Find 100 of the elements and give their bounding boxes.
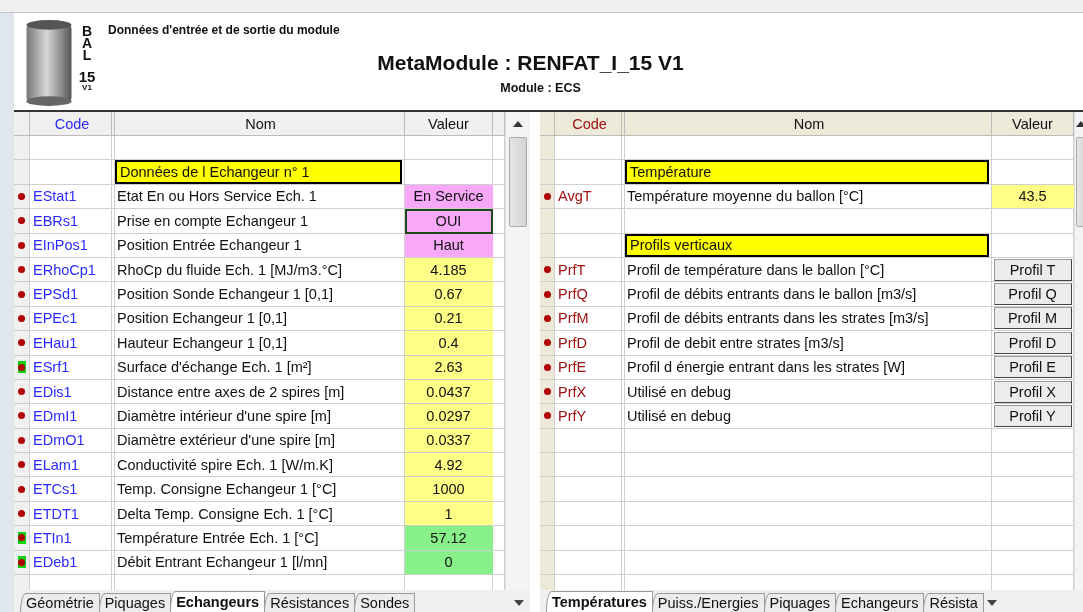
name-cell: Position Entrée Echangeur 1 [115,233,405,258]
badge-version: V1 [82,83,92,92]
code-cell: EDeb1 [30,550,112,576]
profile-button[interactable]: Profil Y [993,405,1072,427]
sheet-tab[interactable]: Résistances [264,593,356,612]
name-cell: Hauteur Echangeur 1 [0,1] [115,331,405,356]
sheet-tab[interactable]: Piquages [98,593,172,612]
value-cell[interactable]: En Service [405,184,493,210]
sheet-tab[interactable]: Résista [923,593,984,612]
badge-letter: B [81,25,93,37]
badge-number: 15 [78,71,96,83]
value-cell[interactable]: 0.0337 [405,428,493,454]
scroll-up-icon[interactable] [1076,121,1083,127]
scroll-thumb[interactable] [1076,137,1083,227]
column-header[interactable]: Nom [115,112,405,136]
value-cell[interactable]: 0.21 [405,306,493,332]
profile-button[interactable]: Profil D [993,331,1072,354]
section-heading: Profils verticaux [625,233,989,257]
value-cell[interactable]: 1 [405,501,493,527]
profile-button[interactable]: Profil T [993,258,1072,281]
code-cell: PrfQ [555,282,622,307]
value-cell[interactable]: 57.12 [405,526,493,551]
name-cell: Prise en compte Echangeur 1 [115,209,405,234]
header-caption: Données d'entrée et de sortie du module [108,23,340,37]
name-cell: Profil de debit entre strates [m3/s] [625,331,992,356]
row-header-cell [540,477,555,502]
name-cell: Utilisé en debug [625,379,992,405]
column-header[interactable]: Nom [625,112,992,136]
name-cell: Etat En ou Hors Service Ech. 1 [115,184,405,210]
name-cell: Utilisé en debug [625,404,992,429]
value-cell[interactable]: 4.92 [405,453,493,478]
value-cell[interactable]: 0.4 [405,331,493,356]
value-cell[interactable]: Haut [405,233,493,258]
code-cell: ERhoCp1 [30,257,112,283]
name-cell: Température moyenne du ballon [°C] [625,184,992,210]
code-cell: PrfY [555,404,622,429]
code-cell: AvgT [555,184,622,210]
sheet-tab[interactable]: Echangeurs [170,591,266,612]
row-header-cell [540,501,555,527]
code-cell: EDmI1 [30,404,112,429]
column-header[interactable]: Code [555,112,622,136]
code-cell: ETCs1 [30,477,112,502]
profile-button[interactable]: Profil M [993,307,1072,330]
row-header-cell [540,526,555,551]
name-cell: Position Sonde Echangeur 1 [0,1] [115,282,405,307]
code-cell: EHau1 [30,331,112,356]
sheet-tab[interactable]: Géométrie [20,593,100,612]
row-header-cell [540,550,555,576]
name-cell: Position Echangeur 1 [0,1] [115,306,405,332]
scrollbar[interactable] [505,112,530,590]
code-cell: PrfE [555,355,622,380]
sheet-tab[interactable]: Sondes [354,593,416,612]
scroll-down-icon[interactable] [986,600,997,606]
section-heading: Température [625,160,989,184]
column-header[interactable]: Valeur [405,112,493,136]
code-cell: EDis1 [30,379,112,405]
value-cell[interactable]: 43.5 [992,184,1074,210]
name-cell: Profil de température dans le ballon [°C] [625,257,992,283]
value-cell[interactable]: 0.0437 [405,379,493,405]
corner-cell [540,112,555,136]
value-cell[interactable]: 0 [405,550,493,576]
profile-button[interactable]: Profil E [993,356,1072,379]
value-cell[interactable]: 2.63 [405,355,493,380]
sheet-tab[interactable]: Puiss./Energies [651,593,765,612]
scroll-thumb[interactable] [509,137,527,227]
empty-header-cell [493,112,505,136]
row-header-cell [14,136,30,161]
value-cell[interactable]: 4.185 [405,257,493,283]
code-cell: EStat1 [30,184,112,210]
name-cell: Distance entre axes de 2 spires [m] [115,379,405,405]
profile-button[interactable]: Profil Q [993,283,1072,306]
sheet-tab[interactable]: Températures [546,591,653,612]
column-header[interactable]: Valeur [992,112,1074,136]
value-cell[interactable]: 0.0297 [405,404,493,429]
scroll-down-icon[interactable] [514,600,524,606]
corner-cell [14,112,30,136]
code-cell: ETIn1 [30,526,112,551]
name-cell: Profil de débits entrants dans le ballon [m3/s] [625,282,992,307]
name-cell: RhoCp du fluide Ech. 1 [MJ/m3.°C] [115,257,405,283]
name-cell: Profil de débits entrants dans les strates [m3/s] [625,306,992,332]
code-cell: PrfD [555,331,622,356]
row-header-cell [540,453,555,478]
name-cell: Température Entrée Ech. 1 [°C] [115,526,405,551]
code-cell: EBRs1 [30,209,112,234]
name-cell: Diamètre extérieur d'une spire [m] [115,428,405,454]
sheet-tab[interactable]: Echangeurs [835,593,925,612]
code-cell: ESrf1 [30,355,112,380]
value-cell[interactable]: 1000 [405,477,493,502]
column-header[interactable]: Code [30,112,112,136]
sheet-tab[interactable]: Piquages [763,593,837,612]
profile-button[interactable]: Profil X [993,380,1072,403]
scroll-up-icon[interactable] [513,121,523,127]
value-cell[interactable]: 0.67 [405,282,493,307]
module-title: MetaModule : RENFAT_I_15 V1 [377,51,684,75]
name-cell: Diamètre intérieur d'une spire [m] [115,404,405,429]
module-subtitle: Module : ECS [500,81,581,95]
code-cell: EPEc1 [30,306,112,332]
value-cell[interactable]: OUI [405,209,493,234]
name-cell: Conductivité spire Ech. 1 [W/m.K] [115,453,405,478]
code-cell: EDmO1 [30,428,112,454]
